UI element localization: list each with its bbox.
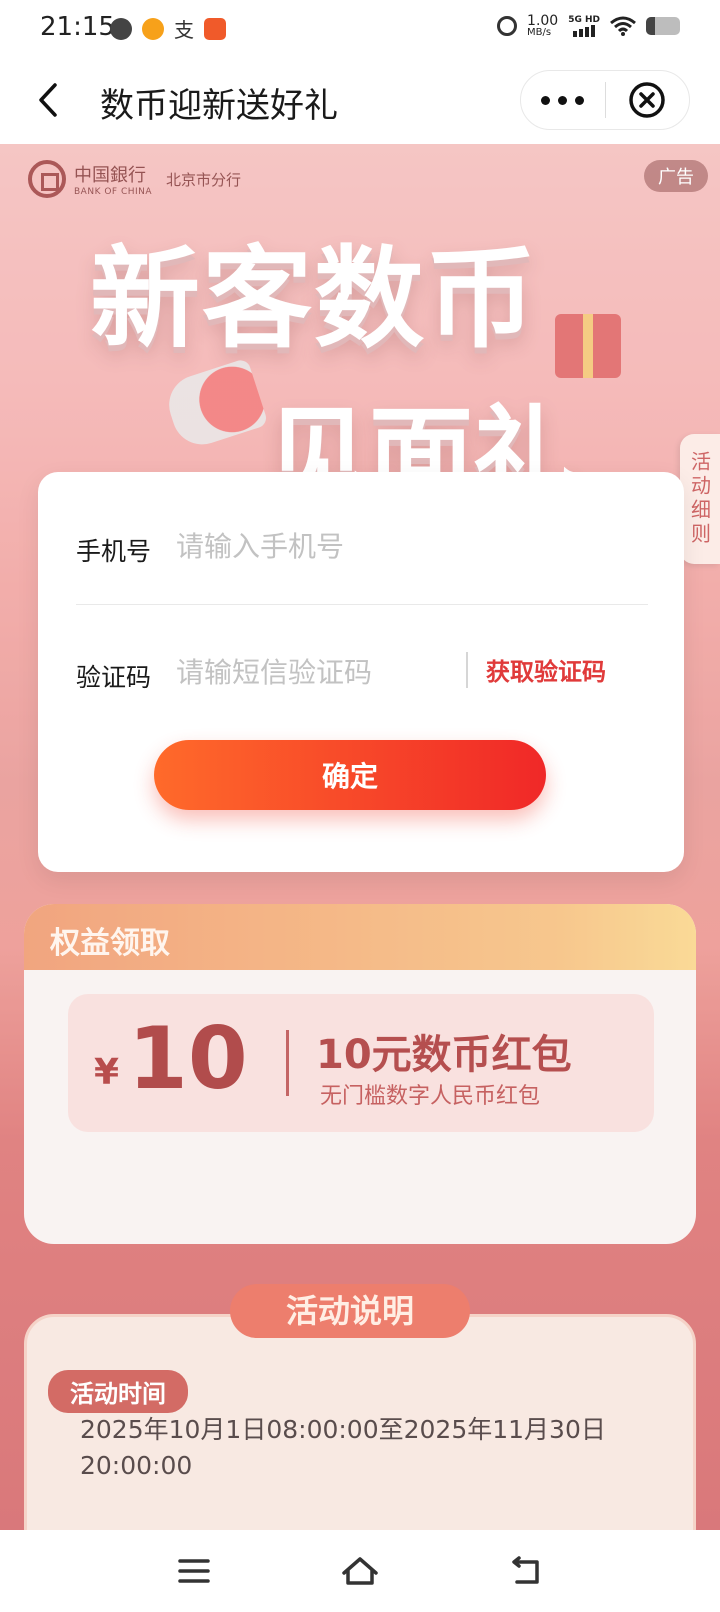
wifi-icon (610, 16, 636, 36)
more-icon (541, 95, 551, 105)
page-title: 数币迎新送好礼 (100, 86, 338, 126)
menu-button[interactable] (166, 1546, 222, 1596)
more-button[interactable] (521, 70, 605, 130)
get-code-button[interactable]: 获取验证码 (486, 652, 606, 687)
battery-level (646, 17, 655, 35)
close-icon (629, 82, 665, 118)
confirm-button[interactable]: 确定 (154, 740, 546, 810)
menu-icon (178, 1559, 210, 1583)
code-label: 验证码 (76, 663, 152, 692)
return-icon (512, 1556, 539, 1584)
nav-bar: 数币迎新送好礼 (0, 56, 720, 144)
message-icon (110, 17, 132, 40)
verification-modal: 手机号 验证码 获取验证码 确定 (38, 472, 684, 872)
battery-icon (646, 17, 680, 35)
divider (76, 604, 648, 605)
capsule-menu (520, 70, 690, 130)
network-speed: 1.00 MB/s (527, 13, 559, 38)
close-button[interactable] (606, 70, 690, 130)
status-bar: 21:15 支 1.00 MB/s 5G HD (0, 0, 720, 56)
status-right: 1.00 MB/s 5G HD (497, 14, 680, 38)
weibo-icon (142, 17, 164, 40)
home-icon (342, 1557, 378, 1585)
back-icon (39, 83, 57, 117)
status-time: 21:15 (40, 12, 115, 42)
alipay-icon: 支 (174, 18, 194, 42)
alarm-icon (497, 16, 518, 36)
app-notification-icon (204, 17, 226, 40)
phone-label: 手机号 (76, 537, 152, 566)
signal-icon: 5G HD (568, 15, 600, 37)
system-nav-bar (0, 1530, 720, 1612)
back-button[interactable] (28, 78, 68, 122)
phone-input[interactable] (176, 524, 616, 568)
code-input[interactable] (176, 650, 446, 694)
back-system-button[interactable] (498, 1546, 554, 1596)
code-divider (466, 652, 468, 688)
notification-icons: 支 (110, 14, 226, 43)
home-button[interactable] (332, 1546, 388, 1596)
